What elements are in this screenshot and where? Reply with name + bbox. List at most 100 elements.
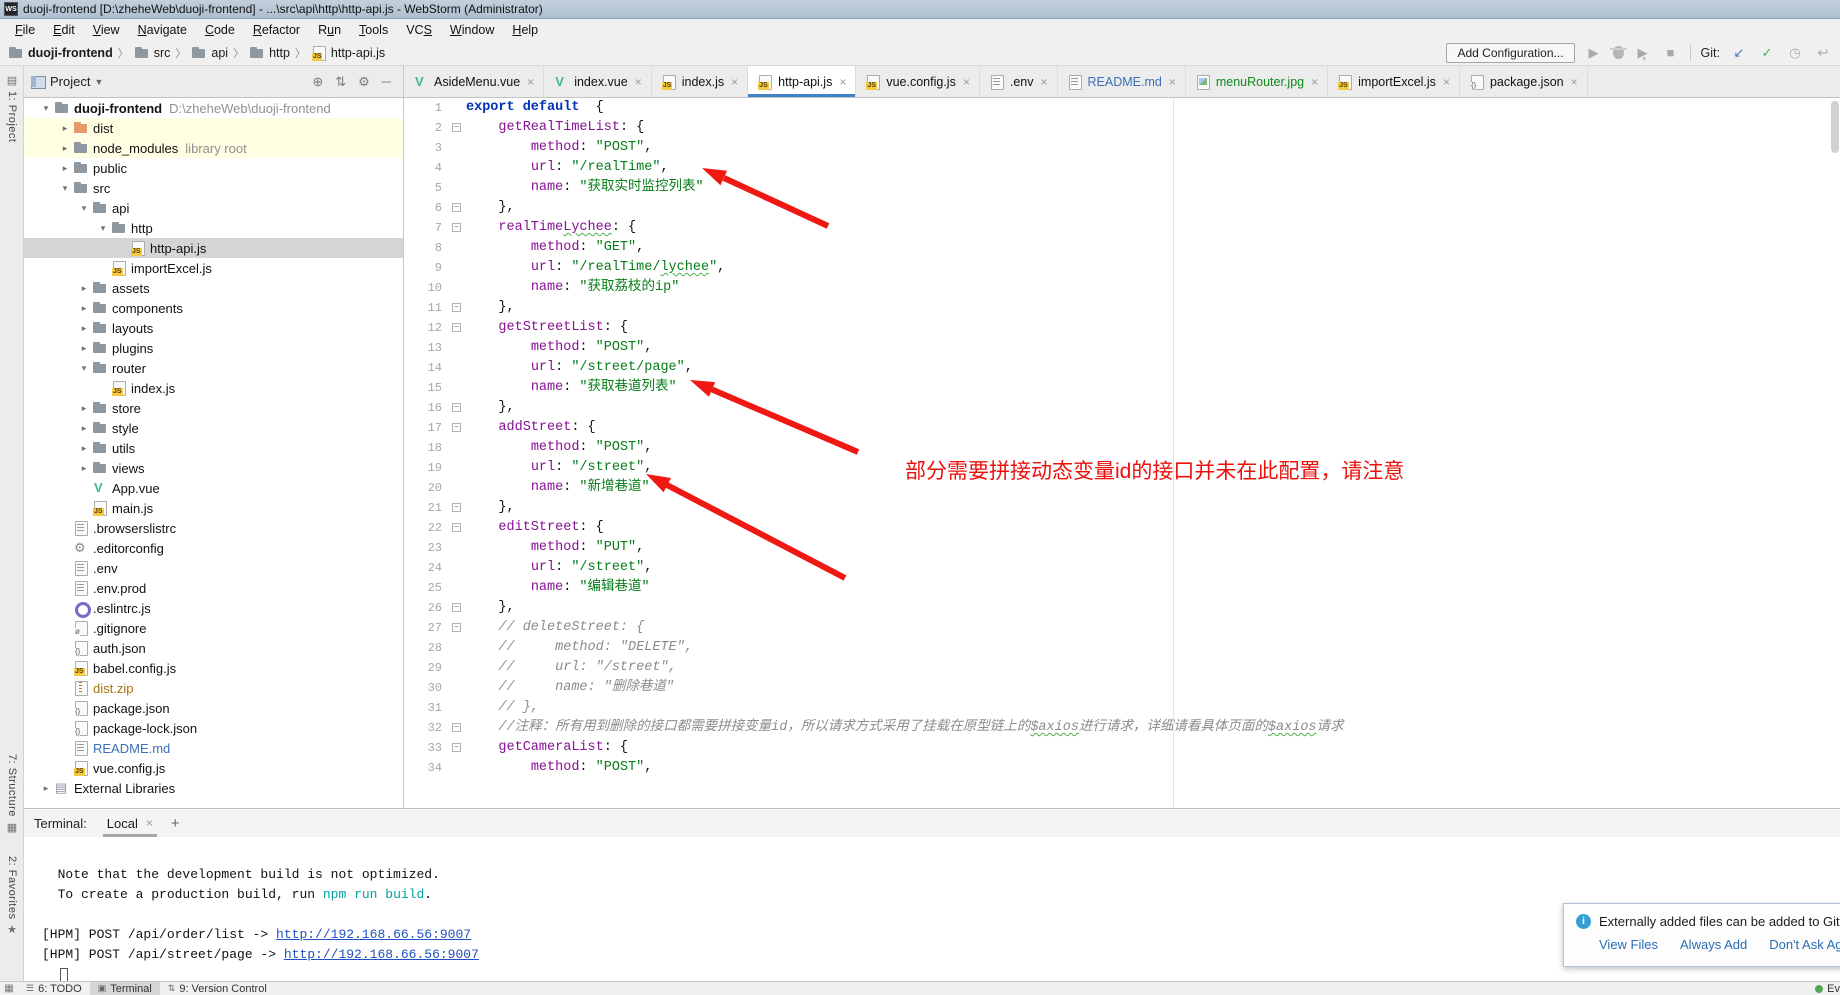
code-line-34[interactable]: 34 method: "POST",	[404, 758, 1840, 778]
fold-marker-icon[interactable]: −	[452, 603, 461, 612]
stripe-button-project[interactable]: ▤ 1: Project	[0, 74, 24, 142]
fold-marker-icon[interactable]: −	[452, 523, 461, 532]
fold-marker-icon[interactable]: −	[452, 123, 461, 132]
stripe-button-structure[interactable]: 7: Structure ▦	[0, 754, 24, 834]
terminal-link[interactable]: http://192.168.66.56:9007	[284, 947, 479, 962]
code-line-9[interactable]: 9 url: "/realTime/lychee",	[404, 258, 1840, 278]
code-line-25[interactable]: 25 name: "编辑巷道"	[404, 578, 1840, 598]
fold-marker-icon[interactable]: −	[452, 303, 461, 312]
code-line-14[interactable]: 14 url: "/street/page",	[404, 358, 1840, 378]
tab-index.vue[interactable]: index.vue×	[544, 66, 652, 97]
code-line-13[interactable]: 13 method: "POST",	[404, 338, 1840, 358]
locate-file-icon[interactable]: ⊕	[306, 74, 329, 90]
fold-marker-icon[interactable]: −	[452, 403, 461, 412]
collapse-all-icon[interactable]: ⇅	[329, 74, 352, 90]
menu-run[interactable]: Run	[309, 21, 350, 39]
fold-marker-icon[interactable]: −	[452, 423, 461, 432]
status-item-terminal[interactable]: ▣Terminal	[90, 982, 160, 995]
code-line-31[interactable]: 31 // },	[404, 698, 1840, 718]
close-icon[interactable]: ×	[1311, 75, 1318, 89]
tree-row-.eslintrc.js[interactable]: .eslintrc.js	[24, 598, 403, 618]
event-log-item[interactable]: Ev	[1815, 983, 1840, 995]
chevron-closed-icon[interactable]: ▸	[76, 283, 92, 294]
tree-row-views[interactable]: ▸views	[24, 458, 403, 478]
status-item-todo[interactable]: ☰6: TODO	[18, 982, 90, 995]
close-icon[interactable]: ×	[1571, 75, 1578, 89]
code-line-15[interactable]: 15 name: "获取巷道列表"	[404, 378, 1840, 398]
breadcrumb-http[interactable]: http	[249, 45, 290, 61]
git-update-icon[interactable]: ↙	[1730, 45, 1748, 61]
menu-code[interactable]: Code	[196, 21, 244, 39]
settings-gear-icon[interactable]: ⚙	[352, 74, 376, 90]
tree-row-dist[interactable]: ▸dist	[24, 118, 403, 138]
code-line-22[interactable]: 22− editStreet: {	[404, 518, 1840, 538]
coverage-icon[interactable]: ▶̥	[1634, 45, 1652, 61]
debug-icon[interactable]	[1613, 46, 1624, 59]
code-line-5[interactable]: 5 name: "获取实时监控列表"	[404, 178, 1840, 198]
fold-marker-icon[interactable]: −	[452, 323, 461, 332]
notification-action-don-t-ask-again[interactable]: Don't Ask Again	[1769, 937, 1840, 952]
menu-help[interactable]: Help	[503, 21, 547, 39]
code-line-16[interactable]: 16− },	[404, 398, 1840, 418]
breadcrumb-http-api.js[interactable]: JShttp-api.js	[311, 45, 385, 61]
tab-.env[interactable]: .env×	[980, 66, 1058, 97]
tree-row-layouts[interactable]: ▸layouts	[24, 318, 403, 338]
chevron-down-icon[interactable]: ▼	[94, 77, 103, 87]
tree-row-plugins[interactable]: ▸plugins	[24, 338, 403, 358]
chevron-closed-icon[interactable]: ▸	[76, 303, 92, 314]
code-line-2[interactable]: 2− getRealTimeList: {	[404, 118, 1840, 138]
chevron-open-icon[interactable]: ▾	[76, 363, 92, 374]
code-line-7[interactable]: 7− realTimeLychee: {	[404, 218, 1840, 238]
chevron-closed-icon[interactable]: ▸	[76, 343, 92, 354]
project-panel-title[interactable]: Project	[50, 74, 90, 89]
fold-marker-icon[interactable]: −	[452, 743, 461, 752]
menu-refactor[interactable]: Refactor	[244, 21, 309, 39]
tab-README.md[interactable]: README.md×	[1058, 66, 1186, 97]
chevron-open-icon[interactable]: ▾	[38, 103, 54, 114]
terminal-link[interactable]: http://192.168.66.56:9007	[276, 927, 471, 942]
close-icon[interactable]: ×	[527, 75, 534, 89]
tree-row-External Libraries[interactable]: ▸External Libraries	[24, 778, 403, 798]
code-line-12[interactable]: 12− getStreetList: {	[404, 318, 1840, 338]
tab-AsideMenu.vue[interactable]: AsideMenu.vue×	[404, 66, 544, 97]
close-icon[interactable]: ×	[963, 75, 970, 89]
code-line-10[interactable]: 10 name: "获取荔枝的ip"	[404, 278, 1840, 298]
menu-view[interactable]: View	[84, 21, 129, 39]
tree-row-package.json[interactable]: {}package.json	[24, 698, 403, 718]
tree-row-style[interactable]: ▸style	[24, 418, 403, 438]
code-line-28[interactable]: 28 // method: "DELETE",	[404, 638, 1840, 658]
code-line-26[interactable]: 26− },	[404, 598, 1840, 618]
code-line-8[interactable]: 8 method: "GET",	[404, 238, 1840, 258]
menu-tools[interactable]: Tools	[350, 21, 397, 39]
menu-window[interactable]: Window	[441, 21, 503, 39]
notification-action-view-files[interactable]: View Files	[1599, 937, 1658, 952]
tab-package.json[interactable]: {}package.json×	[1460, 66, 1588, 97]
chevron-open-icon[interactable]: ▾	[76, 203, 92, 214]
tree-row-duoji-frontend[interactable]: ▾duoji-frontendD:\zheheWeb\duoji-fronten…	[24, 98, 403, 118]
tree-row-.gitignore[interactable]: ø.gitignore	[24, 618, 403, 638]
tree-row-package-lock.json[interactable]: {}package-lock.json	[24, 718, 403, 738]
code-line-4[interactable]: 4 url: "/realTime",	[404, 158, 1840, 178]
code-line-24[interactable]: 24 url: "/street",	[404, 558, 1840, 578]
tree-row-main.js[interactable]: JSmain.js	[24, 498, 403, 518]
chevron-closed-icon[interactable]: ▸	[76, 423, 92, 434]
close-icon[interactable]: ×	[1169, 75, 1176, 89]
tab-menuRouter.jpg[interactable]: menuRouter.jpg×	[1186, 66, 1328, 97]
rollback-icon[interactable]: ↩	[1814, 45, 1832, 61]
menu-navigate[interactable]: Navigate	[129, 21, 196, 39]
status-item-vcs[interactable]: ⇅9: Version Control	[160, 982, 275, 995]
chevron-closed-icon[interactable]: ▸	[76, 443, 92, 454]
code-line-32[interactable]: 32− //注释：所有用到删除的接口都需要拼接变量id，所以请求方式采用了挂载在…	[404, 718, 1840, 738]
chevron-closed-icon[interactable]: ▸	[57, 143, 73, 154]
chevron-closed-icon[interactable]: ▸	[38, 783, 54, 794]
menu-vcs[interactable]: VCS	[397, 21, 441, 39]
code-line-17[interactable]: 17− addStreet: {	[404, 418, 1840, 438]
code-line-3[interactable]: 3 method: "POST",	[404, 138, 1840, 158]
tab-http-api.js[interactable]: JShttp-api.js×	[748, 66, 856, 97]
breadcrumb-src[interactable]: src	[134, 45, 171, 61]
chevron-closed-icon[interactable]: ▸	[76, 463, 92, 474]
close-icon[interactable]: ×	[635, 75, 642, 89]
close-icon[interactable]: ×	[1040, 75, 1047, 89]
tree-row-router[interactable]: ▾router	[24, 358, 403, 378]
tab-importExcel.js[interactable]: JSimportExcel.js×	[1328, 66, 1460, 97]
